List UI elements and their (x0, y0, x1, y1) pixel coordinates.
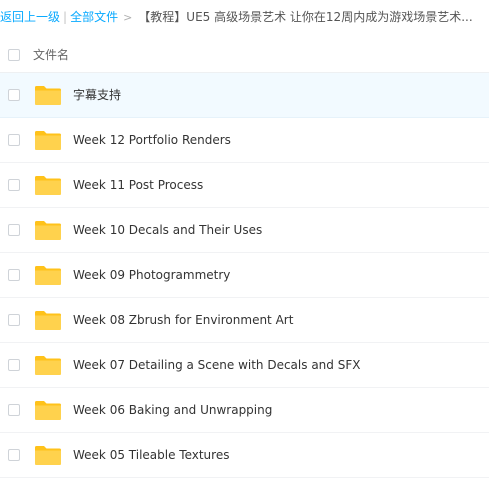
folder-icon (34, 400, 62, 421)
file-list: 字幕支持 Week 12 Portfolio Renders Week 11 Pos… (0, 73, 489, 478)
row-checkbox[interactable] (8, 404, 20, 416)
breadcrumb-separator: | (63, 10, 68, 24)
file-name[interactable]: Week 06 Baking and Unwrapping (73, 388, 272, 433)
folder-icon (34, 175, 62, 196)
folder-icon (34, 85, 62, 106)
breadcrumb: 返回上一级 | 全部文件 > 【教程】UE5 高级场景艺术 让你在12周内成为游戏场景艺… (0, 0, 489, 34)
file-name[interactable]: Week 10 Decals and Their Uses (73, 208, 262, 253)
file-name[interactable]: Week 12 Portfolio Renders (73, 118, 231, 163)
file-row[interactable]: Week 09 Photogrammetry (0, 253, 489, 298)
row-checkbox[interactable] (8, 314, 20, 326)
back-link[interactable]: 返回上一级 (0, 10, 60, 24)
chevron-right-icon: > (123, 11, 133, 24)
file-name[interactable]: 字幕支持 (73, 73, 121, 118)
file-name[interactable]: Week 09 Photogrammetry (73, 253, 230, 298)
file-row[interactable]: 字幕支持 (0, 73, 489, 118)
folder-icon (34, 130, 62, 151)
file-name[interactable]: Week 05 Tileable Textures (73, 433, 229, 478)
file-row[interactable]: Week 05 Tileable Textures (0, 433, 489, 478)
row-checkbox[interactable] (8, 224, 20, 236)
row-checkbox[interactable] (8, 449, 20, 461)
all-files-link[interactable]: 全部文件 (70, 10, 118, 24)
folder-icon (34, 445, 62, 466)
column-header-filename[interactable]: 文件名 (33, 37, 69, 73)
folder-icon (34, 220, 62, 241)
row-checkbox[interactable] (8, 359, 20, 371)
file-row[interactable]: Week 10 Decals and Their Uses (0, 208, 489, 253)
folder-icon (34, 265, 62, 286)
folder-icon (34, 355, 62, 376)
select-all-checkbox[interactable] (8, 49, 20, 61)
file-name[interactable]: Week 08 Zbrush for Environment Art (73, 298, 293, 343)
file-row[interactable]: Week 08 Zbrush for Environment Art (0, 298, 489, 343)
file-row[interactable]: Week 12 Portfolio Renders (0, 118, 489, 163)
file-row[interactable]: Week 07 Detailing a Scene with Decals an… (0, 343, 489, 388)
row-checkbox[interactable] (8, 179, 20, 191)
row-checkbox[interactable] (8, 134, 20, 146)
file-row[interactable]: Week 06 Baking and Unwrapping (0, 388, 489, 433)
file-name[interactable]: Week 07 Detailing a Scene with Decals an… (73, 343, 360, 388)
folder-icon (34, 310, 62, 331)
row-checkbox[interactable] (8, 89, 20, 101)
file-row[interactable]: Week 11 Post Process (0, 163, 489, 208)
current-folder-title: 【教程】UE5 高级场景艺术 让你在12周内成为游戏场景艺术... (138, 10, 473, 24)
file-list-header: 文件名 (0, 37, 489, 73)
file-name[interactable]: Week 11 Post Process (73, 163, 203, 208)
row-checkbox[interactable] (8, 269, 20, 281)
